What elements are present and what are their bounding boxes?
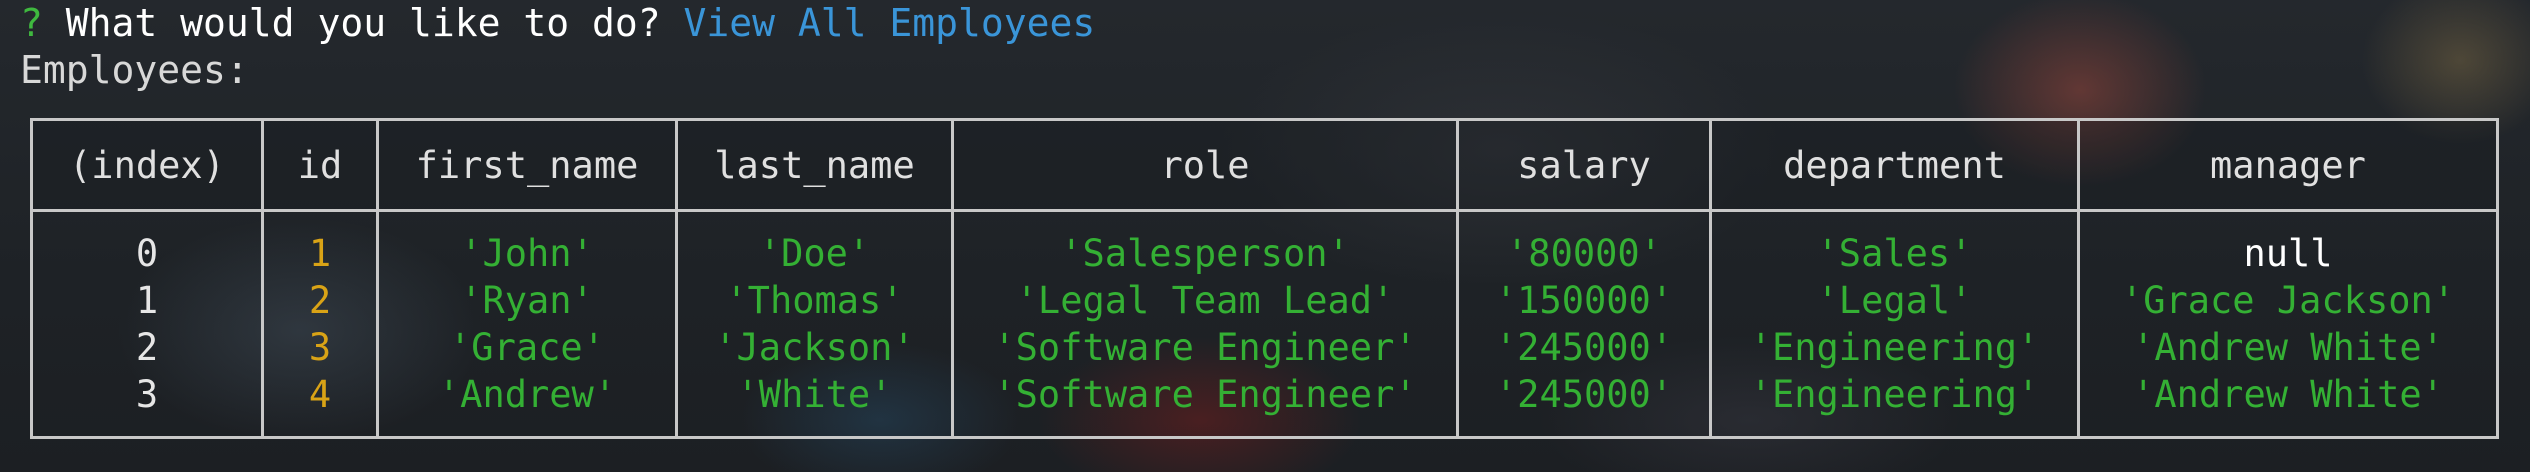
cell-department: 'Engineering'	[1709, 371, 2080, 438]
prompt-question: What would you like to do?	[65, 1, 661, 45]
cell-salary: '245000'	[1456, 371, 1712, 438]
cell-manager: 'Andrew White'	[2077, 371, 2499, 438]
cell-last-name: 'Jackson'	[675, 324, 954, 371]
cell-department: 'Legal'	[1709, 277, 2080, 324]
cell-department: 'Sales'	[1709, 210, 2080, 277]
employees-table: (index) id first_name last_name role sal…	[30, 118, 2499, 439]
cell-last-name: 'Thomas'	[675, 277, 954, 324]
table-row: 0 1 'John' 'Doe' 'Salesperson' '80000' '…	[30, 210, 2499, 277]
output-heading: Employees:	[20, 48, 249, 92]
cell-id: 1	[261, 210, 379, 277]
cell-salary: '80000'	[1456, 210, 1712, 277]
table-row: 1 2 'Ryan' 'Thomas' 'Legal Team Lead' '1…	[30, 277, 2499, 324]
column-header-index: (index)	[30, 119, 264, 212]
table-row: 3 4 'Andrew' 'White' 'Software Engineer'…	[30, 371, 2499, 438]
cell-id: 2	[261, 277, 379, 324]
cell-first-name: 'John'	[376, 210, 678, 277]
cell-index: 1	[30, 277, 264, 324]
cell-role: 'Legal Team Lead'	[951, 277, 1459, 324]
cell-id: 4	[261, 371, 379, 438]
column-header-manager: manager	[2077, 119, 2499, 212]
prompt-answer: View All Employees	[683, 1, 1096, 45]
cell-manager: 'Grace Jackson'	[2077, 277, 2499, 324]
terminal-output: ? What would you like to do? View All Em…	[0, 0, 2530, 472]
prompt-line: ? What would you like to do? View All Em…	[20, 0, 1095, 46]
column-header-department: department	[1709, 119, 2080, 212]
table-row: 2 3 'Grace' 'Jackson' 'Software Engineer…	[30, 324, 2499, 371]
question-mark: ?	[20, 1, 43, 45]
column-header-first-name: first_name	[376, 119, 678, 212]
cell-index: 2	[30, 324, 264, 371]
column-header-role: role	[951, 119, 1459, 212]
cell-first-name: 'Andrew'	[376, 371, 678, 438]
column-header-salary: salary	[1456, 119, 1712, 212]
cell-manager: null	[2077, 210, 2499, 277]
cell-role: 'Software Engineer'	[951, 371, 1459, 438]
cell-department: 'Engineering'	[1709, 324, 2080, 371]
cell-role: 'Salesperson'	[951, 210, 1459, 277]
cell-first-name: 'Grace'	[376, 324, 678, 371]
cell-role: 'Software Engineer'	[951, 324, 1459, 371]
cell-salary: '150000'	[1456, 277, 1712, 324]
table-header-row: (index) id first_name last_name role sal…	[30, 119, 2499, 212]
cell-last-name: 'Doe'	[675, 210, 954, 277]
cell-first-name: 'Ryan'	[376, 277, 678, 324]
cell-last-name: 'White'	[675, 371, 954, 438]
cell-salary: '245000'	[1456, 324, 1712, 371]
column-header-last-name: last_name	[675, 119, 954, 212]
cell-id: 3	[261, 324, 379, 371]
cell-index: 3	[30, 371, 264, 438]
cell-manager: 'Andrew White'	[2077, 324, 2499, 371]
column-header-id: id	[261, 119, 379, 212]
cell-index: 0	[30, 210, 264, 277]
